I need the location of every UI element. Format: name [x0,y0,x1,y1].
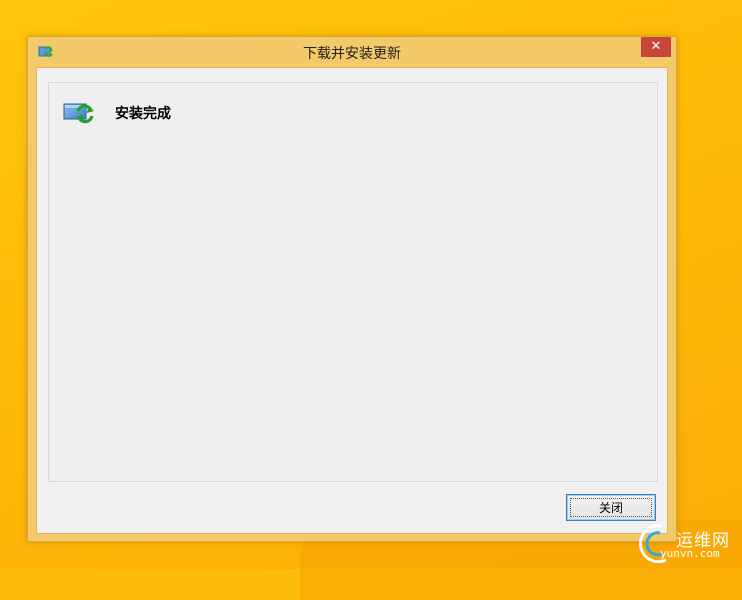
watermark-logo: 运维网 yunvn.com [632,520,742,569]
update-arrows-icon [38,46,53,57]
close-button[interactable]: 关闭 [566,494,656,521]
update-dialog: 下载并安装更新 ✕ 安装完成 关闭 [27,36,677,542]
windows-update-icon [63,103,94,124]
window-title: 下载并安装更新 [303,46,401,62]
watermark-swirl-icon [639,524,667,564]
status-message: 安装完成 [115,106,171,122]
close-button-label: 关闭 [598,501,623,515]
dialog-client-area: 安装完成 关闭 [36,67,668,534]
window-close-button[interactable]: ✕ [641,37,671,57]
title-bar[interactable]: 下载并安装更新 ✕ [28,37,676,67]
watermark-en-text: yunvn.com [660,547,720,560]
content-panel: 安装完成 [48,82,658,482]
